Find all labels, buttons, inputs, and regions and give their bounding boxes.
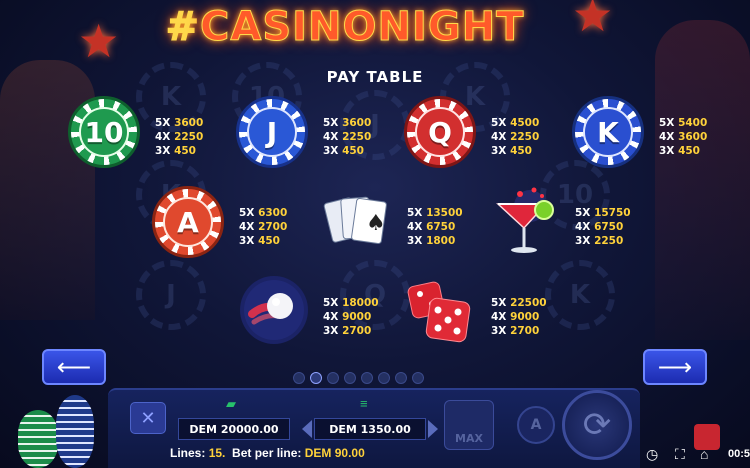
page-dot[interactable] bbox=[327, 372, 339, 384]
arrow-right-icon: ⟶ bbox=[657, 353, 693, 381]
page-dot[interactable] bbox=[344, 372, 356, 384]
max-bet-button[interactable]: MAX bbox=[444, 400, 494, 450]
chip-icon: J bbox=[236, 96, 308, 168]
symbol-cocktail bbox=[490, 184, 562, 256]
history-icon[interactable]: ◷ bbox=[646, 446, 658, 463]
symbol-cards: ♠ bbox=[322, 186, 394, 258]
chip-icon: A bbox=[152, 186, 224, 258]
symbol-label: Q bbox=[415, 107, 465, 157]
symbol-10-chip: 10 bbox=[68, 96, 140, 168]
line-bet-status: Lines: 15. Bet per line: DEM 90.00 bbox=[170, 446, 365, 460]
roulette-ball-icon bbox=[240, 276, 308, 344]
symbol-dice bbox=[404, 276, 476, 348]
pays-k: 5X 5400 4X 3600 3X 450 bbox=[659, 117, 708, 157]
logo-hash: # bbox=[165, 4, 201, 51]
background-chip: K bbox=[545, 260, 615, 330]
pays-dice: 5X 22500 4X 9000 3X 2700 bbox=[491, 297, 547, 337]
symbol-k-chip: K bbox=[572, 96, 644, 168]
next-page-button[interactable]: ⟶ bbox=[643, 349, 707, 385]
page-dot[interactable] bbox=[361, 372, 373, 384]
balance-display: DEM 20000.00 bbox=[178, 418, 290, 440]
neon-star-icon: ★ bbox=[572, 0, 614, 41]
symbol-q-chip: Q bbox=[404, 96, 476, 168]
total-bet-display: DEM 1350.00 bbox=[314, 418, 426, 440]
page-dot[interactable] bbox=[378, 372, 390, 384]
wallet-icon: ▰ bbox=[226, 396, 236, 411]
max-bet-label: MAX bbox=[455, 432, 483, 445]
pays-roulette-ball: 5X 18000 4X 9000 3X 2700 bbox=[323, 297, 379, 337]
symbol-a-chip: A bbox=[152, 186, 224, 258]
chip-icon: K bbox=[572, 96, 644, 168]
bet-increase-button[interactable] bbox=[428, 420, 438, 438]
pay-table-title: PAY TABLE bbox=[326, 68, 424, 86]
page-indicator bbox=[293, 372, 424, 384]
svg-text:♠: ♠ bbox=[366, 211, 386, 236]
symbol-label: J bbox=[247, 107, 297, 157]
pays-cocktail: 5X 15750 4X 6750 3X 2250 bbox=[575, 207, 631, 247]
cards-icon: ♠ bbox=[323, 196, 387, 244]
lines-label: Lines: bbox=[170, 446, 206, 460]
pays-j: 5X 3600 4X 2250 3X 450 bbox=[323, 117, 372, 157]
bet-per-line-value: DEM 90.00 bbox=[304, 446, 365, 460]
chip-stack-decoration bbox=[18, 410, 58, 468]
chip-icon: Q bbox=[404, 96, 476, 168]
pays-cards: 5X 13500 4X 6750 3X 1800 bbox=[407, 207, 463, 247]
spin-button[interactable]: ⟳ bbox=[562, 390, 632, 460]
pays-q: 5X 4500 4X 2250 3X 450 bbox=[491, 117, 540, 157]
clock: 00:5 bbox=[727, 448, 750, 460]
symbol-label: K bbox=[583, 107, 633, 157]
page-dot-active[interactable] bbox=[310, 372, 322, 384]
lines-value: 15. bbox=[208, 446, 226, 460]
bet-decrease-button[interactable] bbox=[302, 420, 312, 438]
logo-text: CASINONIGHT bbox=[200, 4, 525, 51]
page-dot[interactable] bbox=[412, 372, 424, 384]
game-logo: #CASINONIGHT bbox=[130, 4, 560, 51]
bet-per-line-label: Bet per line: bbox=[232, 446, 302, 460]
coins-icon: ≡ bbox=[360, 396, 368, 411]
close-paytable-button[interactable]: ✕ bbox=[130, 402, 166, 434]
symbol-j-chip: J bbox=[236, 96, 308, 168]
page-dot[interactable] bbox=[395, 372, 407, 384]
total-bet-value: DEM 1350.00 bbox=[329, 422, 411, 436]
home-icon[interactable]: ⌂ bbox=[700, 446, 708, 462]
arrow-left-icon: ⟵ bbox=[56, 353, 92, 381]
balance-value: DEM 20000.00 bbox=[189, 422, 279, 436]
spin-icon: ⟳ bbox=[582, 406, 612, 444]
close-icon: ✕ bbox=[140, 407, 156, 429]
fullscreen-icon[interactable]: ⛶ bbox=[675, 446, 685, 463]
chip-icon: 10 bbox=[68, 96, 140, 168]
page-dot[interactable] bbox=[293, 372, 305, 384]
neon-star-icon: ★ bbox=[78, 15, 120, 67]
pays-a: 5X 6300 4X 2700 3X 450 bbox=[239, 207, 288, 247]
background-cowboy-figure bbox=[655, 20, 750, 340]
symbol-roulette-ball bbox=[238, 274, 310, 346]
previous-page-button[interactable]: ⟵ bbox=[42, 349, 106, 385]
game-stage: ★ ★ K 10 J K K 10 J Q K #CASINONIGHT PAY… bbox=[0, 0, 750, 468]
dice-icon bbox=[407, 281, 471, 343]
symbol-label: A bbox=[163, 197, 213, 247]
autoplay-button[interactable]: A bbox=[517, 406, 555, 444]
symbol-label: 10 bbox=[79, 107, 129, 157]
cocktail-icon bbox=[496, 187, 554, 253]
background-chip: J bbox=[136, 260, 206, 330]
chip-stack-decoration bbox=[56, 395, 94, 468]
pays-10: 5X 3600 4X 2250 3X 450 bbox=[155, 117, 204, 157]
autoplay-label: A bbox=[530, 417, 542, 433]
